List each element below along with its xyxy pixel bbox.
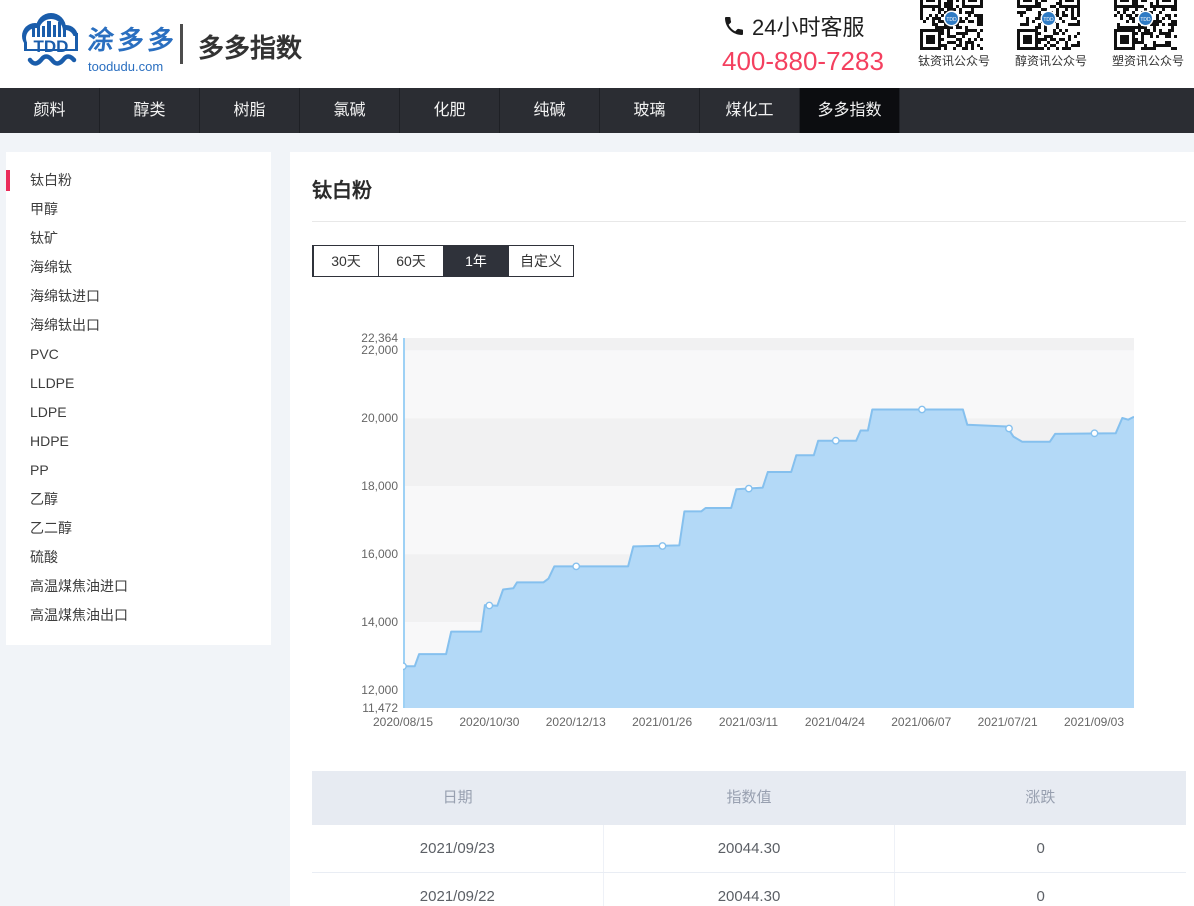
table-row[interactable]: 2021/09/23 20044.30 0 bbox=[312, 825, 1186, 873]
table-cell-date: 2021/09/22 bbox=[312, 873, 603, 906]
sidebar-item[interactable]: 海绵钛进口 bbox=[6, 282, 271, 311]
qr-code-group: TDD 钛资讯公众号 TDD 醇资讯公众号 TDD 塑资讯公众号 bbox=[918, 0, 1194, 88]
x-axis-tick: 2021/03/11 bbox=[704, 715, 794, 729]
qr-code-item: TDD 醇资讯公众号 bbox=[1015, 0, 1081, 69]
svg-text:TDD: TDD bbox=[34, 37, 69, 56]
table-cell-value: 20044.30 bbox=[603, 873, 895, 906]
table-cell-change: 0 bbox=[894, 873, 1186, 906]
table-header-cell: 涨跌 bbox=[895, 771, 1186, 825]
sidebar-item[interactable]: LLDPE bbox=[6, 369, 271, 398]
sidebar-item[interactable]: HDPE bbox=[6, 427, 271, 456]
qr-code-image: TDD bbox=[920, 0, 983, 50]
range-button[interactable]: 1年 bbox=[443, 246, 508, 276]
chart-y-axis-labels: 22,36422,00020,00018,00016,00014,00012,0… bbox=[328, 338, 398, 708]
nav-item[interactable]: 煤化工 bbox=[700, 88, 800, 133]
table-header-cell: 日期 bbox=[312, 771, 603, 825]
table-cell-date: 2021/09/23 bbox=[312, 825, 603, 872]
index-area-chart[interactable] bbox=[403, 338, 1134, 708]
range-button[interactable]: 60天 bbox=[378, 246, 443, 276]
qr-code-label: 塑资讯公众号 bbox=[1112, 52, 1178, 69]
nav-item[interactable]: 树脂 bbox=[200, 88, 300, 133]
table-header-cell: 指数值 bbox=[603, 771, 894, 825]
brand-name: 涂多多 bbox=[86, 20, 180, 57]
x-axis-tick: 2021/06/07 bbox=[876, 715, 966, 729]
chart-x-axis-labels: 2020/08/152020/10/302020/12/132021/01/26… bbox=[403, 715, 1134, 731]
table-body: 2021/09/23 20044.30 0 2021/09/22 20044.3… bbox=[312, 825, 1186, 906]
brand-domain: toodudu.com bbox=[88, 59, 178, 74]
x-axis-tick: 2021/07/21 bbox=[963, 715, 1053, 729]
section-title: 钛白粉 bbox=[312, 174, 372, 203]
y-axis-tick: 16,000 bbox=[328, 547, 398, 561]
table-header-row: 日期 指数值 涨跌 bbox=[312, 771, 1186, 825]
qr-code-image: TDD bbox=[1017, 0, 1080, 50]
sidebar-item[interactable]: 高温煤焦油出口 bbox=[6, 601, 271, 630]
sidebar-item[interactable]: 海绵钛 bbox=[6, 253, 271, 282]
svg-text:TDD: TDD bbox=[1140, 17, 1151, 23]
brand-block[interactable]: 涂多多 toodudu.com bbox=[88, 20, 178, 74]
header-divider bbox=[180, 24, 183, 64]
nav-item[interactable]: 醇类 bbox=[100, 88, 200, 133]
page-title: 多多指数 bbox=[198, 28, 302, 65]
nav-item[interactable]: 氯碱 bbox=[300, 88, 400, 133]
tdd-logo-icon[interactable]: TDD bbox=[18, 10, 82, 76]
title-divider bbox=[312, 221, 1186, 222]
nav-item[interactable]: 纯碱 bbox=[500, 88, 600, 133]
x-axis-tick: 2020/10/30 bbox=[444, 715, 534, 729]
x-axis-tick: 2021/04/24 bbox=[790, 715, 880, 729]
y-axis-tick: 20,000 bbox=[328, 411, 398, 425]
x-axis-tick: 2021/01/26 bbox=[617, 715, 707, 729]
sidebar-item[interactable]: PP bbox=[6, 456, 271, 485]
y-axis-tick: 12,000 bbox=[328, 683, 398, 697]
qr-code-item: TDD 塑资讯公众号 bbox=[1112, 0, 1178, 69]
main-panel: 钛白粉 30天 60天 1年 自定义 22,36422,00020,00018,… bbox=[290, 152, 1194, 906]
x-axis-tick: 2021/09/03 bbox=[1049, 715, 1139, 729]
main-nav: 颜料 醇类 树脂 氯碱 化肥 纯碱 玻璃 煤化工 多多指数 bbox=[0, 88, 1194, 133]
nav-item[interactable]: 多多指数 bbox=[800, 88, 900, 133]
x-axis-tick: 2020/08/15 bbox=[358, 715, 448, 729]
hotline-label: 24小时客服 bbox=[752, 10, 864, 42]
y-axis-tick: 11,472 bbox=[328, 701, 398, 715]
hotline-number[interactable]: 400-880-7283 bbox=[722, 46, 922, 77]
nav-item[interactable]: 玻璃 bbox=[600, 88, 700, 133]
sidebar-item[interactable]: PVC bbox=[6, 340, 271, 369]
svg-text:TDD: TDD bbox=[1043, 17, 1054, 23]
x-axis-tick: 2020/12/13 bbox=[531, 715, 621, 729]
sidebar-item[interactable]: 甲醇 bbox=[6, 195, 271, 224]
y-axis-tick: 18,000 bbox=[328, 479, 398, 493]
qr-code-image: TDD bbox=[1114, 0, 1177, 50]
table-row[interactable]: 2021/09/22 20044.30 0 bbox=[312, 873, 1186, 906]
range-button[interactable]: 自定义 bbox=[508, 246, 573, 276]
y-axis-tick: 14,000 bbox=[328, 615, 398, 629]
table-cell-value: 20044.30 bbox=[603, 825, 895, 872]
sidebar-item[interactable]: 硫酸 bbox=[6, 543, 271, 572]
site-header: TDD 涂多多 toodudu.com 多多指数 24小时客服 400-880-… bbox=[0, 0, 1194, 88]
qr-code-label: 醇资讯公众号 bbox=[1015, 52, 1081, 69]
index-table: 日期 指数值 涨跌 2021/09/23 20044.30 0 2021/09/… bbox=[312, 771, 1186, 906]
sidebar-item[interactable]: 海绵钛出口 bbox=[6, 311, 271, 340]
phone-icon bbox=[722, 14, 746, 38]
nav-item[interactable]: 颜料 bbox=[0, 88, 100, 133]
svg-text:TDD: TDD bbox=[946, 17, 957, 23]
qr-code-label: 钛资讯公众号 bbox=[918, 52, 984, 69]
hotline-block: 24小时客服 400-880-7283 bbox=[722, 10, 922, 77]
table-cell-change: 0 bbox=[894, 825, 1186, 872]
y-axis-tick: 22,000 bbox=[328, 343, 398, 357]
nav-item[interactable]: 化肥 bbox=[400, 88, 500, 133]
range-button[interactable]: 30天 bbox=[313, 246, 378, 276]
sidebar-item[interactable]: 乙醇 bbox=[6, 485, 271, 514]
sidebar: 钛白粉 甲醇 钛矿 海绵钛 海绵钛进口 海绵钛出口 PVC LLDPE LDPE… bbox=[6, 152, 271, 645]
sidebar-item[interactable]: 钛白粉 bbox=[6, 166, 271, 195]
qr-code-item: TDD 钛资讯公众号 bbox=[918, 0, 984, 69]
range-button-group: 30天 60天 1年 自定义 bbox=[312, 245, 574, 277]
sidebar-item[interactable]: LDPE bbox=[6, 398, 271, 427]
sidebar-item[interactable]: 乙二醇 bbox=[6, 514, 271, 543]
sidebar-item[interactable]: 高温煤焦油进口 bbox=[6, 572, 271, 601]
sidebar-item[interactable]: 钛矿 bbox=[6, 224, 271, 253]
